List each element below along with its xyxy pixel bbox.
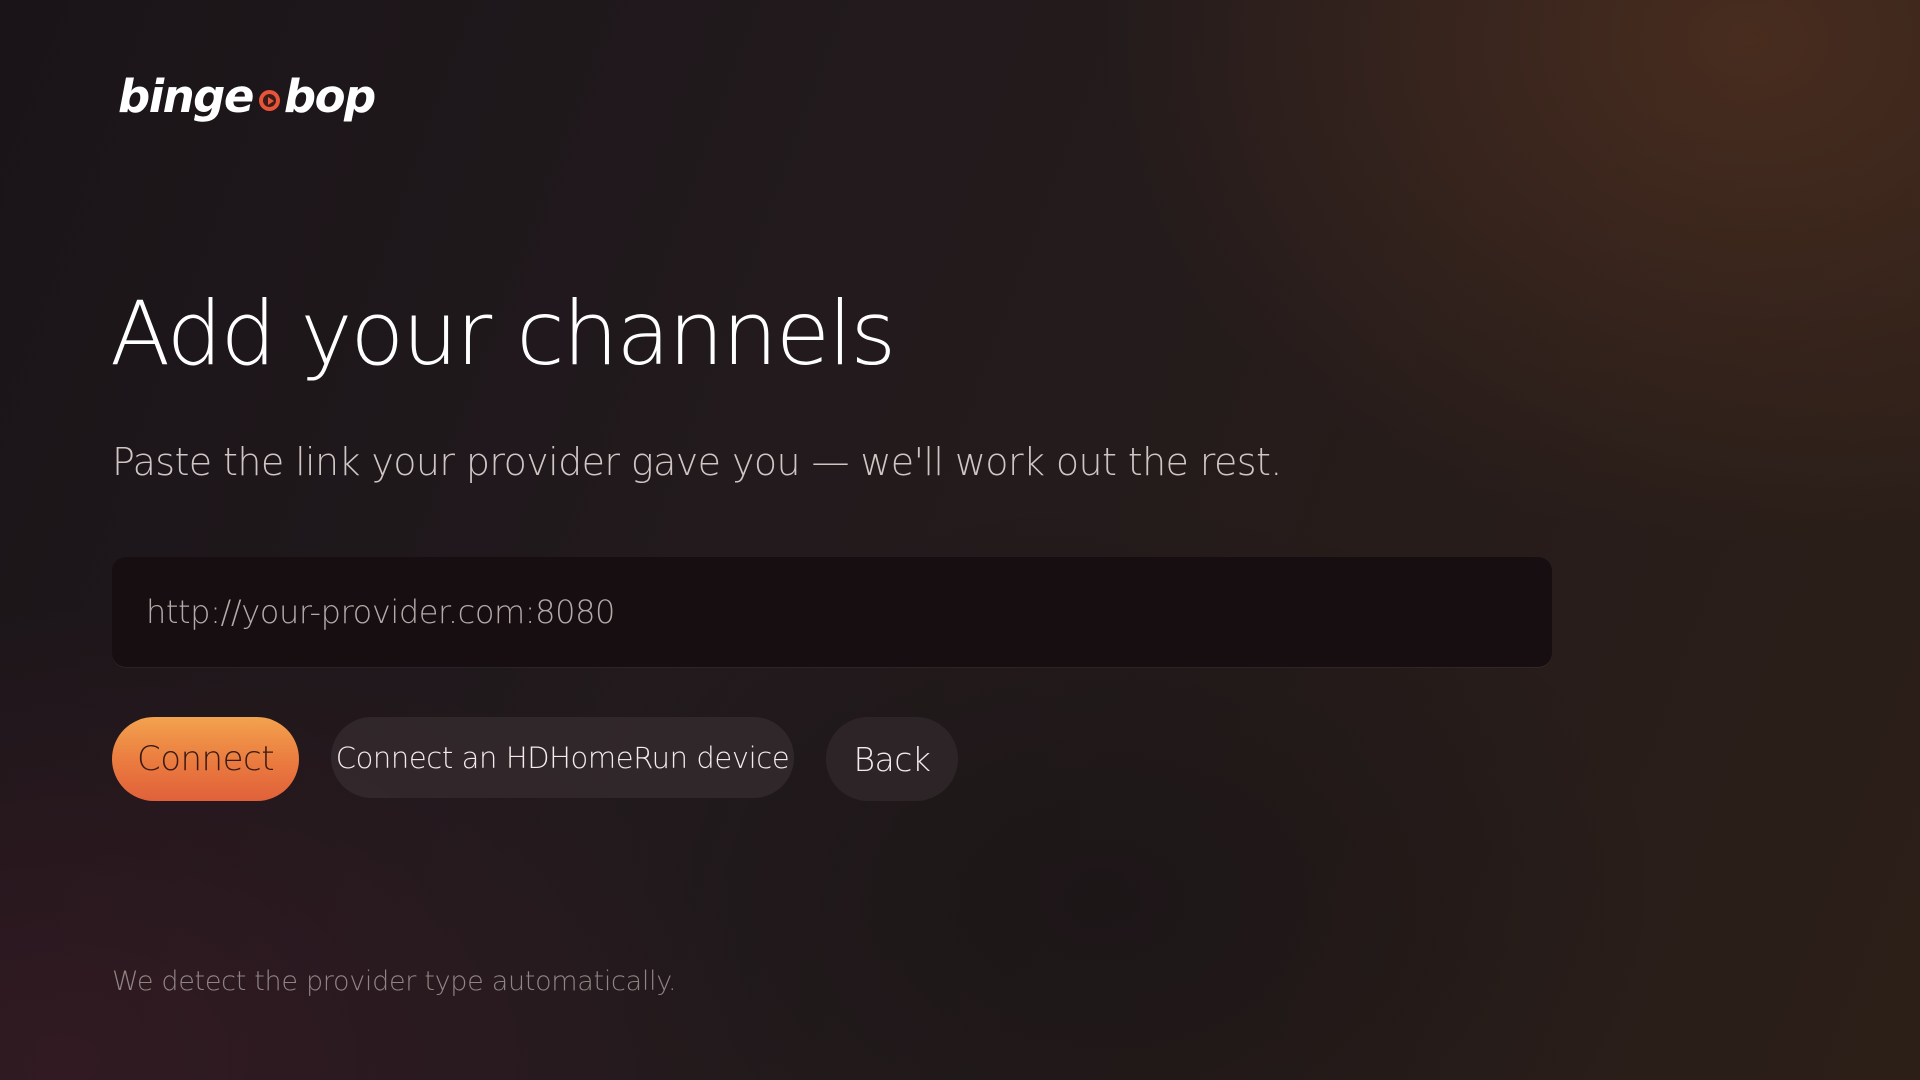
connect-hdhomerun-button-label: Connect an HDHomeRun device [335,740,790,775]
connect-button[interactable]: Connect [112,717,299,801]
page-subtitle: Paste the link your provider gave you — … [112,440,1282,484]
connect-button-label: Connect [136,739,275,779]
auto-detect-note: We detect the provider type automaticall… [112,966,677,997]
app-logo: binge bop [118,70,376,123]
provider-url-input[interactable] [144,592,1520,632]
play-circle-icon [258,90,280,111]
connect-hdhomerun-button[interactable]: Connect an HDHomeRun device [331,717,794,798]
logo-text-right: bop [283,70,376,123]
logo-text-left: binge [118,70,254,123]
provider-url-field[interactable] [112,557,1552,667]
back-button[interactable]: Back [826,717,958,801]
page-title: Add your channels [110,282,896,385]
back-button-label: Back [853,739,931,779]
